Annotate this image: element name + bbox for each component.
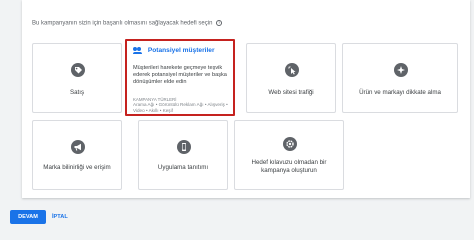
goal-card-website-traffic-label: Web sitesi trafiği [268,89,314,96]
goal-card-no-goal-label: Hedef kılavuzu olmadan bir kampanya oluş… [251,159,327,174]
goal-prompt: Bu kampanyanın sizin için başarılı olmas… [32,20,223,27]
goal-card-sales[interactable]: Satış [32,43,122,113]
goal-card-app-promotion-label: Uygulama tanıtımı [157,164,209,171]
sparkle-icon [394,63,408,77]
help-icon[interactable]: ? [216,20,223,26]
goal-card-app-promotion[interactable]: Uygulama tanıtımı [138,120,228,190]
goal-card-leads-title: Potansiyel müşteriler [147,47,215,54]
goal-card-no-goal[interactable]: Hedef kılavuzu olmadan bir kampanya oluş… [234,120,344,190]
continue-button[interactable]: DEVAM [10,210,46,224]
goal-prompt-text: Bu kampanyanın sizin için başarılı olmas… [32,20,213,27]
goal-card-website-traffic[interactable]: Web sitesi trafiği [246,43,336,113]
goal-card-awareness-label: Marka bilinirliği ve erişim [43,164,111,171]
people-icon [133,47,142,55]
campaign-types-list: Arama Ağı • Görüntülü Reklam Ağı • Alışv… [133,102,228,113]
cursor-click-icon [285,63,299,77]
goal-card-leads-header: Potansiyel müşteriler [133,47,215,55]
goal-card-consideration[interactable]: Ürün ve markayı dikkate alma [342,43,458,113]
goal-card-leads[interactable]: Potansiyel müşteriler Müşterileri hareke… [125,39,235,116]
tag-icon [71,63,85,77]
goal-card-consideration-label: Ürün ve markayı dikkate alma [359,89,441,96]
goal-card-awareness[interactable]: Marka bilinirliği ve erişim [32,120,122,190]
goal-card-sales-label: Satış [69,89,85,96]
gear-icon [283,137,297,151]
smartphone-icon [177,140,191,154]
goal-card-leads-description: Müşterileri harekete geçmeye teşvik eder… [133,65,227,86]
megaphone-icon [71,140,85,154]
cancel-button[interactable]: İPTAL [52,210,68,224]
